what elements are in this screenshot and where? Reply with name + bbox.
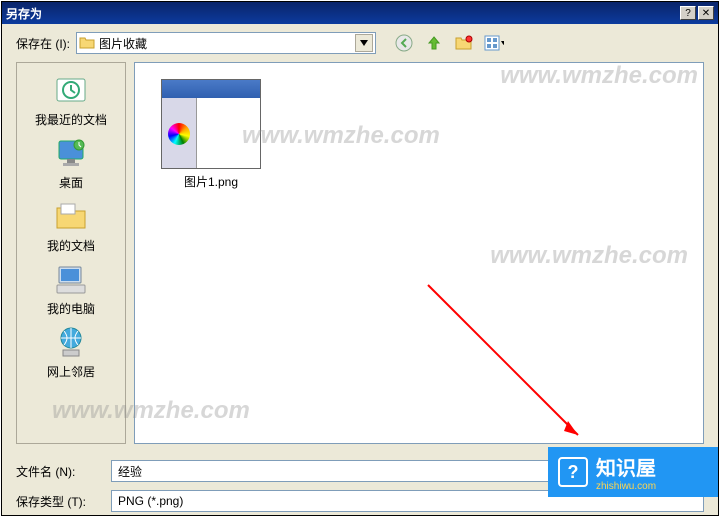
- network-icon: [51, 323, 91, 361]
- zhishiwu-sub: zhishiwu.com: [596, 481, 656, 492]
- desktop-icon: [51, 134, 91, 172]
- back-icon[interactable]: [394, 33, 414, 53]
- place-desktop-label: 桌面: [59, 174, 83, 191]
- place-recent[interactable]: 我最近的文档: [35, 71, 107, 128]
- place-mycomputer-label: 我的电脑: [47, 300, 95, 317]
- new-folder-icon[interactable]: [454, 33, 474, 53]
- help-button[interactable]: ?: [680, 6, 696, 20]
- file-name: 图片1.png: [184, 173, 238, 190]
- place-mydocs[interactable]: 我的文档: [47, 197, 95, 254]
- places-bar: 我最近的文档 桌面 我的文档 我的电脑 网上邻居: [16, 62, 126, 444]
- recent-icon: [51, 71, 91, 109]
- chevron-down-icon[interactable]: [355, 34, 373, 52]
- place-desktop[interactable]: 桌面: [51, 134, 91, 191]
- mydocs-icon: [51, 197, 91, 235]
- window-title: 另存为: [6, 5, 678, 22]
- place-network-label: 网上邻居: [47, 363, 95, 380]
- zhishiwu-logo: ? 知识屋 zhishiwu.com: [548, 447, 718, 497]
- filename-label: 文件名 (N):: [16, 463, 101, 480]
- save-in-value: 图片收藏: [95, 35, 355, 52]
- computer-icon: [51, 260, 91, 298]
- save-in-label: 保存在 (I):: [16, 35, 70, 52]
- close-button[interactable]: ✕: [698, 6, 714, 20]
- place-network[interactable]: 网上邻居: [47, 323, 95, 380]
- place-mycomputer[interactable]: 我的电脑: [47, 260, 95, 317]
- file-list-area[interactable]: 图片1.png: [134, 62, 704, 444]
- save-in-combo[interactable]: 图片收藏: [76, 32, 376, 54]
- folder-icon: [79, 35, 95, 51]
- zhishiwu-icon: ?: [558, 457, 588, 487]
- place-mydocs-label: 我的文档: [47, 237, 95, 254]
- thumbnail-image: [161, 79, 261, 169]
- place-recent-label: 我最近的文档: [35, 111, 107, 128]
- filetype-label: 保存类型 (T):: [16, 493, 101, 510]
- up-icon[interactable]: [424, 33, 444, 53]
- view-menu-icon[interactable]: [484, 33, 504, 53]
- file-item[interactable]: 图片1.png: [151, 79, 271, 190]
- zhishiwu-main: 知识屋: [596, 452, 656, 481]
